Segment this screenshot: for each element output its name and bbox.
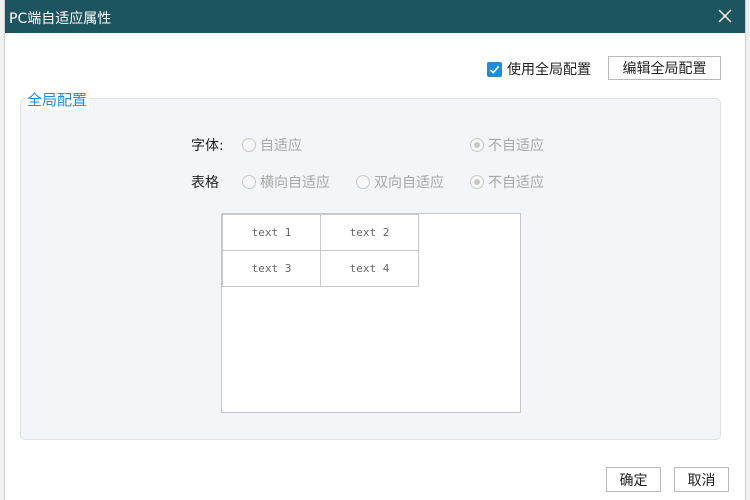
- radio-unchecked-icon: [242, 175, 256, 189]
- use-global-config-label: 使用全局配置: [507, 62, 591, 78]
- table-horizontal-adaptive-radio[interactable]: 横向自适应: [242, 172, 330, 192]
- edit-global-config-button[interactable]: 编辑全局配置: [608, 56, 721, 80]
- window-title: PC端自适应属性: [9, 11, 112, 27]
- table-row-label: 表格: [191, 175, 219, 191]
- radio-checked-icon: [470, 138, 484, 152]
- ok-button[interactable]: 确定: [606, 467, 661, 492]
- global-config-legend: 全局配置: [25, 89, 90, 110]
- preview-cell: text 4: [320, 250, 419, 287]
- preview-cell: text 3: [222, 250, 321, 287]
- preview-cell: text 1: [222, 214, 321, 251]
- use-global-config-checkbox[interactable]: 使用全局配置: [487, 59, 591, 79]
- table-preview: text 1 text 2 text 3 text 4: [221, 213, 521, 413]
- cancel-button[interactable]: 取消: [674, 467, 729, 492]
- close-icon: [718, 9, 732, 23]
- radio-unchecked-icon: [242, 138, 256, 152]
- preview-cell: text 2: [320, 214, 419, 251]
- close-button[interactable]: [715, 6, 735, 26]
- checkbox-checked-icon: [487, 61, 502, 77]
- font-not-adaptive-radio[interactable]: 不自适应: [470, 135, 544, 155]
- font-not-adaptive-label: 不自适应: [488, 138, 544, 154]
- font-row-label: 字体:: [191, 138, 224, 154]
- radio-checked-icon: [470, 175, 484, 189]
- title-bar: PC端自适应属性: [5, 0, 745, 33]
- table-not-adaptive-radio[interactable]: 不自适应: [470, 172, 544, 192]
- table-horizontal-adaptive-label: 横向自适应: [260, 175, 330, 191]
- table-not-adaptive-label: 不自适应: [488, 175, 544, 191]
- table-bidirectional-adaptive-label: 双向自适应: [374, 175, 444, 191]
- font-adaptive-label: 自适应: [260, 138, 302, 154]
- radio-unchecked-icon: [356, 175, 370, 189]
- table-bidirectional-adaptive-radio[interactable]: 双向自适应: [356, 172, 444, 192]
- font-adaptive-radio[interactable]: 自适应: [242, 135, 302, 155]
